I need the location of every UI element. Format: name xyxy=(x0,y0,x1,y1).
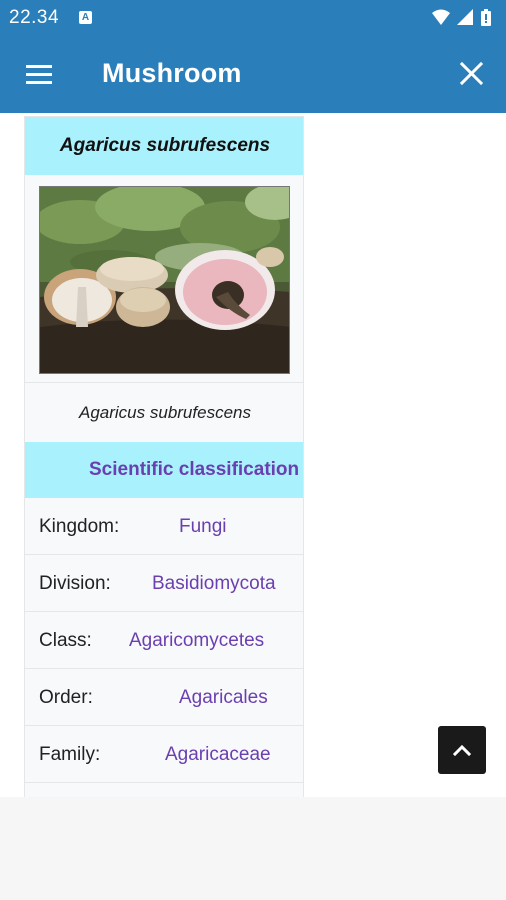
menu-button[interactable] xyxy=(22,58,58,90)
chevron-up-icon xyxy=(452,744,472,757)
status-bar: 22.34 A xyxy=(0,0,506,36)
app-bar: Mushroom xyxy=(0,36,506,113)
infobox: Agaricus subrufescens Agaricus subrufesc… xyxy=(24,116,304,797)
kingdom-link[interactable]: Fungi xyxy=(179,498,227,555)
section-header: Scientific classification xyxy=(25,442,303,498)
division-link[interactable]: Basidiomycota xyxy=(152,555,276,612)
class-link[interactable]: Agaricomycetes xyxy=(129,612,264,669)
row-label: Kingdom: xyxy=(39,516,120,537)
classification-row: Class: Agaricomycetes xyxy=(25,612,303,669)
row-label: Class: xyxy=(39,630,92,651)
app-title: Mushroom xyxy=(102,58,242,88)
image-caption: Agaricus subrufescens xyxy=(79,403,251,422)
battery-icon xyxy=(481,9,491,26)
classification-row: Order: Agaricales xyxy=(25,669,303,726)
row-label: Family: xyxy=(39,744,101,765)
infobox-title: Agaricus subrufescens xyxy=(25,117,303,175)
order-link[interactable]: Agaricales xyxy=(179,669,268,726)
notification-icon: A xyxy=(79,11,92,24)
signal-icon xyxy=(457,9,473,25)
row-label: Order: xyxy=(39,687,93,708)
wifi-icon xyxy=(432,9,450,25)
status-time: 22.34 xyxy=(9,7,60,28)
classification-row: Division: Basidiomycota xyxy=(25,555,303,612)
close-icon xyxy=(459,61,484,86)
mushroom-image[interactable] xyxy=(39,186,290,374)
status-icons xyxy=(432,9,491,26)
family-link[interactable]: Agaricaceae xyxy=(165,726,271,783)
row-label: Division: xyxy=(39,573,111,594)
close-button[interactable] xyxy=(454,56,490,92)
classification-row: Kingdom: Fungi xyxy=(25,498,303,555)
web-content[interactable]: Agaricus subrufescens Agaricus subrufesc… xyxy=(0,113,506,797)
classification-row: Family: Agaricaceae xyxy=(25,726,303,783)
scroll-to-top-button[interactable] xyxy=(438,726,486,774)
infobox-image-cell xyxy=(25,175,303,383)
